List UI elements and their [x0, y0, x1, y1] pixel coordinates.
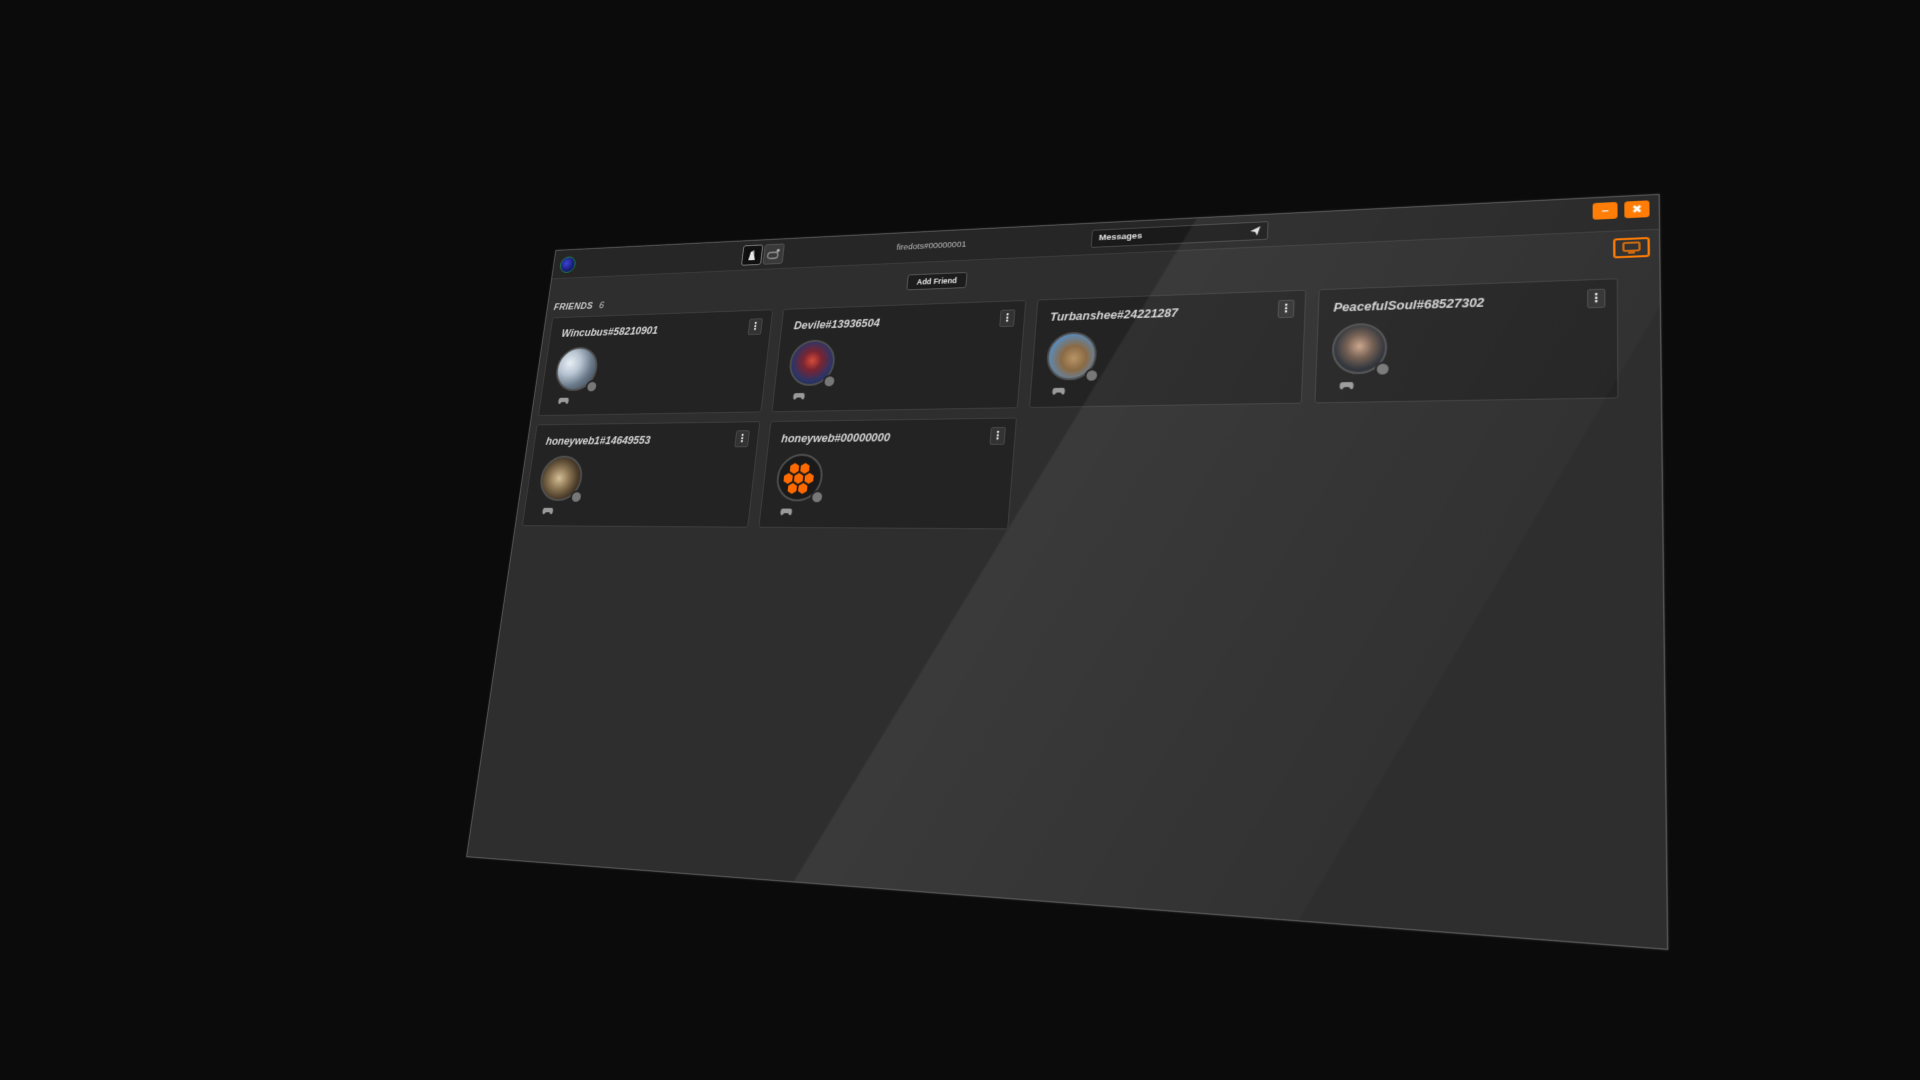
screen-share-button[interactable] — [1613, 236, 1650, 259]
friend-card[interactable]: Wincubus#58210901 ⋮ — [538, 309, 774, 416]
add-friend-button[interactable]: Add Friend — [906, 272, 968, 291]
status-indicator — [584, 380, 599, 394]
messages-label: Messages — [1098, 231, 1143, 244]
friends-grid: Wincubus#58210901 ⋮ Devile#13936504 ⋮ Tu… — [521, 277, 1653, 534]
friends-heading: FRIENDS 6 — [553, 301, 605, 313]
vr-stage: firedots#00000001 Messages – ✖ Add Frien… — [0, 0, 1920, 1080]
friend-card[interactable]: PeacefulSoul#68527302 ⋮ — [1314, 278, 1619, 404]
gamepad-icon — [780, 508, 793, 516]
add-game-icon — [766, 248, 781, 260]
gamepad-icon — [792, 392, 805, 400]
top-bar: firedots#00000001 Messages – ✖ — [551, 194, 1659, 280]
gamepad-icon — [542, 507, 554, 515]
kebab-menu-icon[interactable]: ⋮ — [747, 318, 763, 336]
gamepad-icon — [1339, 381, 1354, 390]
friend-name: PeacefulSoul#68527302 — [1333, 295, 1485, 315]
send-icon[interactable] — [1249, 225, 1262, 237]
friend-name: Wincubus#58210901 — [560, 324, 659, 340]
friend-card[interactable]: honeyweb1#14649553 ⋮ — [521, 421, 761, 528]
gamepad-icon — [1052, 387, 1066, 395]
friends-window: firedots#00000001 Messages – ✖ Add Frien… — [466, 193, 1669, 951]
close-button[interactable]: ✖ — [1624, 200, 1650, 219]
status-indicator — [1374, 361, 1391, 377]
friend-card[interactable]: honeyweb#00000000 ⋮ — [758, 417, 1017, 530]
status-indicator — [822, 374, 837, 389]
friend-card[interactable]: Devile#13936504 ⋮ — [771, 299, 1027, 413]
kebab-menu-icon[interactable]: ⋮ — [999, 309, 1016, 328]
friend-name: Turbanshee#24221287 — [1049, 306, 1179, 324]
friend-name: honeyweb#00000000 — [780, 431, 891, 446]
friend-card[interactable]: Turbanshee#24221287 ⋮ — [1029, 289, 1307, 408]
screen-icon — [1621, 241, 1642, 254]
minimize-button[interactable]: – — [1592, 201, 1618, 220]
current-user-tag: firedots#00000001 — [896, 239, 967, 253]
kebab-menu-icon[interactable]: ⋮ — [989, 426, 1006, 445]
app-logo-icon[interactable] — [558, 256, 577, 274]
friend-name: Devile#13936504 — [793, 316, 881, 332]
status-indicator — [809, 490, 825, 505]
status-indicator — [1084, 368, 1100, 383]
kebab-menu-icon[interactable]: ⋮ — [734, 430, 750, 448]
status-indicator — [569, 490, 584, 504]
profile-icon — [745, 248, 759, 262]
friends-count: 6 — [598, 300, 605, 311]
kebab-menu-icon[interactable]: ⋮ — [1587, 288, 1606, 309]
profile-button[interactable] — [741, 244, 764, 266]
kebab-menu-icon[interactable]: ⋮ — [1277, 299, 1295, 319]
friends-title: FRIENDS — [553, 301, 594, 313]
messages-input[interactable]: Messages — [1090, 221, 1269, 248]
friend-name: honeyweb1#14649553 — [545, 434, 652, 448]
add-game-button[interactable] — [762, 243, 785, 265]
gamepad-icon — [557, 397, 570, 405]
